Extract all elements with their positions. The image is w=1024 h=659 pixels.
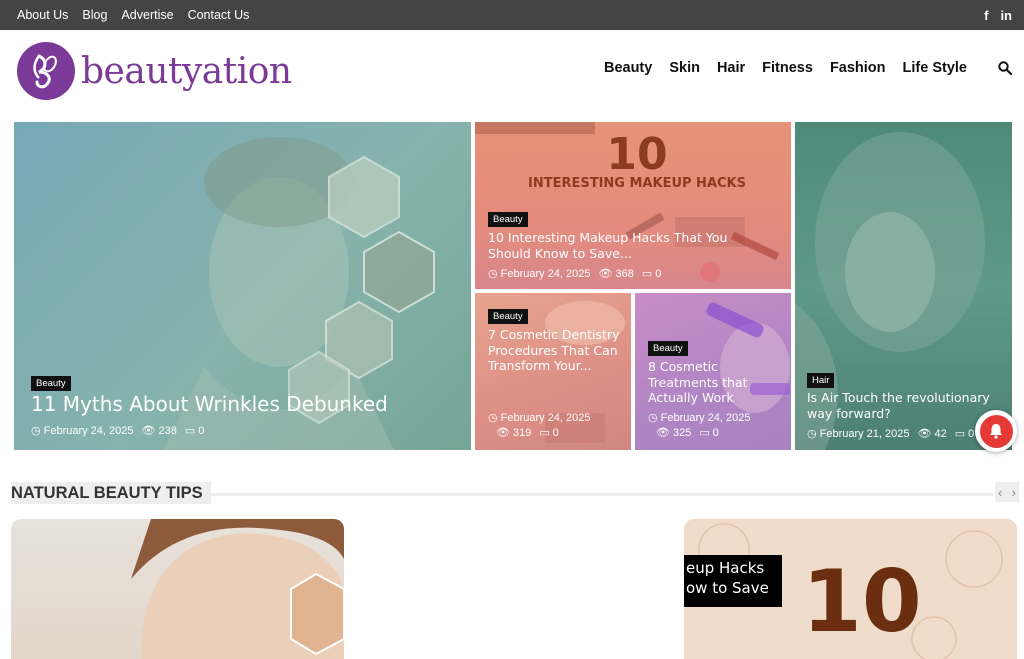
comment-count: ▭ 0 xyxy=(184,424,205,438)
view-count: 👁 319 xyxy=(496,426,532,440)
teaser-card-1[interactable] xyxy=(11,519,344,659)
teaser-overlay-line-1: eup Hacks xyxy=(686,559,765,577)
logo-wordmark: beautyation xyxy=(81,50,292,92)
featured-meta-1: ◷ February 24, 2025 👁 238 ▭ 0 xyxy=(31,424,205,438)
facebook-icon[interactable]: f xyxy=(984,8,988,23)
image-number: 10 xyxy=(606,129,667,180)
post-date: ◷ February 24, 2025 xyxy=(488,411,591,425)
comment-icon: ▭ xyxy=(641,268,653,280)
eye-icon: 👁 xyxy=(141,425,156,437)
comment-count: ▭ 0 xyxy=(641,267,662,281)
teaser-overlay-line-2: ow to Save xyxy=(686,579,769,597)
view-count: 👁 368 xyxy=(598,267,634,281)
nav-hair[interactable]: Hair xyxy=(717,60,745,76)
notification-bell-button[interactable] xyxy=(975,410,1017,452)
nav-fitness[interactable]: Fitness xyxy=(762,60,813,76)
comment-count: ▭ 0 xyxy=(539,426,559,440)
logo-mark xyxy=(17,42,75,100)
comment-icon: ▭ xyxy=(699,427,710,439)
featured-title-4[interactable]: 8 Cosmetic Treatments that Actually Work xyxy=(648,359,783,406)
section-title: NATURAL BEAUTY TIPS xyxy=(11,482,211,504)
eye-icon: 👁 xyxy=(496,427,510,439)
category-badge[interactable]: Beauty xyxy=(488,309,528,324)
nav-beauty[interactable]: Beauty xyxy=(604,60,652,76)
featured-image-2: 10 INTERESTING MAKEUP HACKS xyxy=(475,122,791,289)
category-badge[interactable]: Beauty xyxy=(488,212,528,227)
category-badge[interactable]: Hair xyxy=(807,373,835,388)
next-arrow-icon[interactable]: › xyxy=(1012,485,1016,500)
featured-card-2[interactable]: 10 INTERESTING MAKEUP HACKS Beauty 10 In… xyxy=(475,122,791,289)
carousel-arrows: ‹ › xyxy=(995,482,1019,502)
nav-life-style[interactable]: Life Style xyxy=(903,60,967,76)
teaser-number: 10 xyxy=(802,552,922,652)
comment-icon: ▭ xyxy=(184,425,196,437)
top-bar: About Us Blog Advertise Contact Us f in xyxy=(0,0,1024,30)
linkedin-icon[interactable]: in xyxy=(1000,8,1012,23)
featured-meta-3: ◷ February 24, 2025 👁 319 ▭ 0 xyxy=(488,411,628,440)
post-date: ◷ February 24, 2025 xyxy=(31,424,134,438)
nav-fashion[interactable]: Fashion xyxy=(830,60,886,76)
comment-count: ▭ 0 xyxy=(699,426,719,440)
clock-icon: ◷ xyxy=(488,268,498,280)
post-date: ◷ February 24, 2025 xyxy=(488,267,591,281)
eye-icon: 👁 xyxy=(656,427,670,439)
view-count: 👁 325 xyxy=(656,426,692,440)
nav-skin[interactable]: Skin xyxy=(669,60,700,76)
featured-meta-5: ◷ February 21, 2025 👁 42 ▭ 0 xyxy=(807,427,975,441)
site-logo[interactable]: beautyation xyxy=(17,42,292,100)
about-us-link[interactable]: About Us xyxy=(17,8,68,22)
search-icon[interactable] xyxy=(998,61,1012,75)
site-header: beautyation Beauty Skin Hair Fitness Fas… xyxy=(0,30,1024,118)
clock-icon: ◷ xyxy=(488,412,498,424)
featured-title-5[interactable]: Is Air Touch the revolutionary way forwa… xyxy=(807,390,1007,421)
image-subtext: INTERESTING MAKEUP HACKS xyxy=(528,176,746,191)
social-links: f in xyxy=(984,0,1012,30)
category-badge[interactable]: Beauty xyxy=(31,376,71,391)
featured-card-3[interactable]: Beauty 7 Cosmetic Dentistry Procedures T… xyxy=(475,293,631,450)
clock-icon: ◷ xyxy=(807,428,817,440)
featured-meta-2: ◷ February 24, 2025 👁 368 ▭ 0 xyxy=(488,267,662,281)
category-badge[interactable]: Beauty xyxy=(648,341,688,356)
comment-icon: ▭ xyxy=(954,428,966,440)
eye-icon: 👁 xyxy=(917,428,932,440)
blog-link[interactable]: Blog xyxy=(82,8,107,22)
main-nav: Beauty Skin Hair Fitness Fashion Life St… xyxy=(604,60,1012,76)
featured-title-3[interactable]: 7 Cosmetic Dentistry Procedures That Can… xyxy=(488,327,623,374)
featured-card-1[interactable]: Beauty 11 Myths About Wrinkles Debunked … xyxy=(14,122,471,450)
prev-arrow-icon[interactable]: ‹ xyxy=(998,485,1002,500)
teaser-image-1 xyxy=(11,519,344,659)
featured-title-2[interactable]: 10 Interesting Makeup Hacks That You Sho… xyxy=(488,230,748,261)
bell-icon xyxy=(979,414,1013,448)
teaser-overlay: eup Hacks ow to Save xyxy=(684,555,782,607)
featured-card-5[interactable]: Hair Is Air Touch the revolutionary way … xyxy=(795,122,1012,450)
post-date: ◷ February 21, 2025 xyxy=(807,427,910,441)
top-links: About Us Blog Advertise Contact Us xyxy=(17,0,249,30)
contact-us-link[interactable]: Contact Us xyxy=(188,8,250,22)
eye-icon: 👁 xyxy=(598,268,613,280)
featured-title-1[interactable]: 11 Myths About Wrinkles Debunked xyxy=(31,392,451,417)
clock-icon: ◷ xyxy=(31,425,41,437)
featured-meta-4: ◷ February 24, 2025 👁 325 ▭ 0 xyxy=(648,411,788,440)
view-count: 👁 238 xyxy=(141,424,177,438)
comment-icon: ▭ xyxy=(539,427,550,439)
comment-count: ▭ 0 xyxy=(954,427,975,441)
advertise-link[interactable]: Advertise xyxy=(121,8,173,22)
post-date: ◷ February 24, 2025 xyxy=(648,411,751,425)
view-count: 👁 42 xyxy=(917,427,947,441)
section-divider xyxy=(208,493,994,496)
teaser-card-2[interactable]: eup Hacks ow to Save 10 xyxy=(684,519,1017,659)
clock-icon: ◷ xyxy=(648,412,658,424)
featured-card-4[interactable]: Beauty 8 Cosmetic Treatments that Actual… xyxy=(635,293,791,450)
